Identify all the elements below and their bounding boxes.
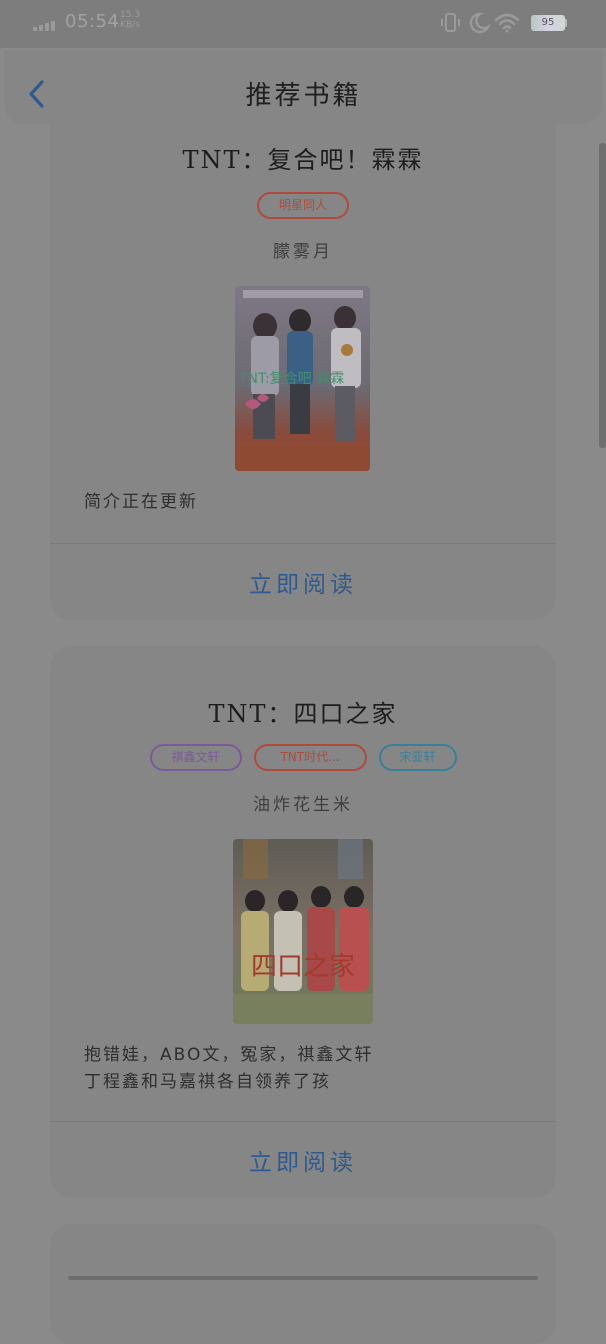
signal-icon bbox=[33, 19, 59, 31]
wifi-icon bbox=[494, 13, 520, 33]
network-speed-value: 15.3 bbox=[120, 10, 141, 20]
divider bbox=[50, 543, 556, 544]
book-card: TNT：复合吧！霖霖 明星同人 朦雾月 TNT:复合吧 霖霖 简介正在更新 立即… bbox=[50, 100, 556, 620]
moon-icon bbox=[469, 12, 491, 34]
cover-caption: 四口之家 bbox=[251, 952, 355, 982]
book-title-partial bbox=[68, 1276, 538, 1280]
book-intro: 简介正在更新 bbox=[84, 492, 198, 512]
network-speed: 15.3 KB/s bbox=[120, 10, 140, 30]
tag[interactable]: 宋亚轩 bbox=[378, 744, 457, 771]
tag[interactable]: TNT时代... bbox=[253, 744, 367, 771]
tag[interactable]: 祺鑫文轩 bbox=[149, 744, 242, 771]
status-time: 05:54 bbox=[65, 11, 120, 32]
read-now-button[interactable]: 立即阅读 bbox=[50, 1143, 556, 1177]
book-intro: 抱错娃，ABO文，冤家，祺鑫文轩 丁程鑫和马嘉祺各自领养了孩 bbox=[84, 1045, 374, 1092]
book-card: TNT：四口之家 祺鑫文轩 TNT时代... 宋亚轩 油炸花生米 四口之家 抱错… bbox=[50, 646, 556, 1198]
vibrate-icon bbox=[441, 13, 460, 32]
battery-level: 95 bbox=[541, 17, 555, 28]
battery-tip bbox=[565, 19, 567, 27]
book-cover[interactable]: TNT:复合吧 霖霖 bbox=[235, 286, 370, 471]
tag[interactable]: 明星同人 bbox=[257, 192, 349, 219]
network-speed-unit: KB/s bbox=[120, 20, 140, 30]
divider bbox=[50, 1121, 556, 1122]
book-card bbox=[50, 1224, 556, 1344]
status-bar: 05:54 15.3 KB/s 95 bbox=[0, 0, 606, 48]
book-title: TNT：复合吧！霖霖 bbox=[182, 146, 424, 174]
book-cover[interactable]: 四口之家 bbox=[233, 839, 373, 1024]
book-author: 朦雾月 bbox=[273, 242, 333, 262]
app-header: 推荐书籍 bbox=[4, 50, 603, 124]
tag-list: 祺鑫文轩 TNT时代... 宋亚轩 bbox=[50, 744, 556, 771]
book-title: TNT：四口之家 bbox=[208, 700, 398, 728]
scrollbar[interactable] bbox=[599, 143, 606, 448]
tag-list: 明星同人 bbox=[50, 192, 556, 219]
page-title: 推荐书籍 bbox=[245, 81, 362, 111]
read-now-button[interactable]: 立即阅读 bbox=[50, 565, 556, 599]
cover-image: TNT:复合吧 霖霖 bbox=[235, 286, 370, 471]
status-icons bbox=[441, 12, 520, 34]
battery-icon: 95 bbox=[531, 15, 565, 31]
cover-caption: TNT:复合吧 霖霖 bbox=[238, 370, 344, 387]
book-author: 油炸花生米 bbox=[253, 795, 353, 815]
cover-image: 四口之家 bbox=[233, 839, 373, 1024]
